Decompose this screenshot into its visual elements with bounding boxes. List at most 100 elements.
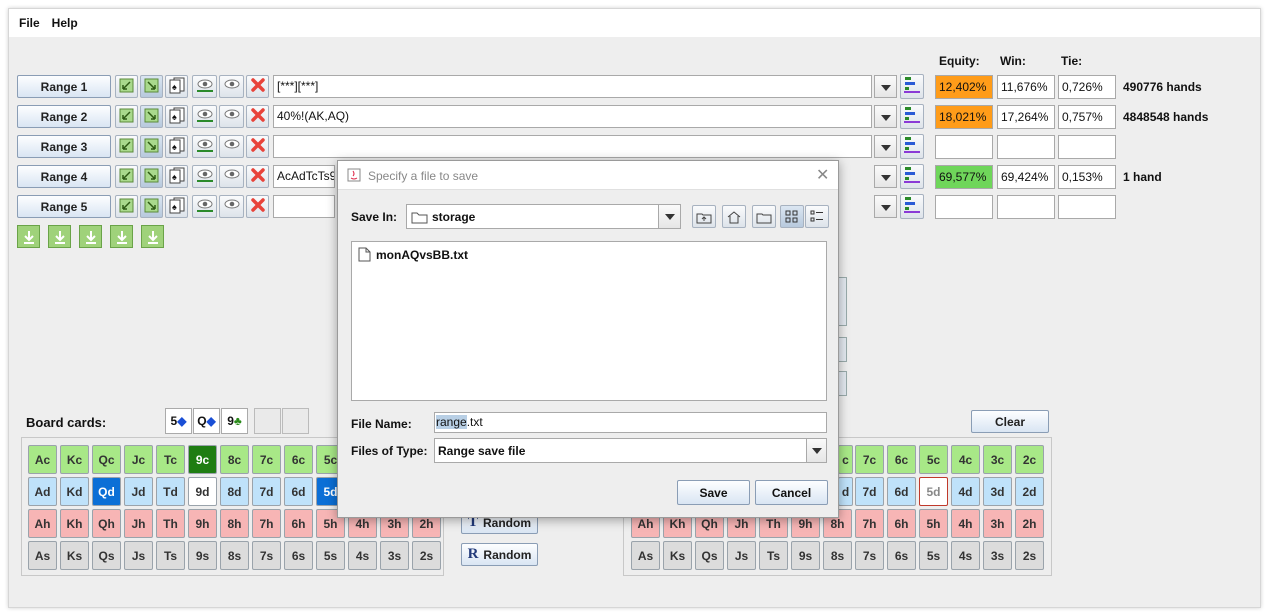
card-6d[interactable]: 6d — [284, 477, 313, 506]
list-item[interactable]: monAQvsBB.txt — [358, 247, 468, 262]
card-7d[interactable]: 7d — [252, 477, 281, 506]
card-Qs[interactable]: Qs — [92, 541, 121, 570]
card-2s[interactable]: 2s — [1015, 541, 1044, 570]
save-button[interactable]: Save — [677, 480, 750, 505]
card-7s[interactable]: 7s — [855, 541, 884, 570]
card-Ad[interactable]: Ad — [28, 477, 57, 506]
view-range-button[interactable] — [192, 195, 217, 218]
save-in-combo[interactable]: storage — [406, 204, 681, 229]
card-picker-button[interactable]: ♠ — [165, 195, 188, 218]
card-Qc[interactable]: Qc — [92, 445, 121, 474]
card-d[interactable]: d — [838, 477, 853, 506]
range-2-button[interactable]: Range 2 — [17, 105, 111, 128]
export-range-button[interactable] — [140, 75, 163, 98]
import-range-button[interactable] — [115, 75, 138, 98]
card-6h[interactable]: 6h — [887, 509, 916, 538]
clear-range-button[interactable] — [246, 195, 269, 218]
file-list[interactable]: monAQvsBB.txt — [351, 241, 827, 401]
card-5s[interactable]: 5s — [316, 541, 345, 570]
card-3c[interactable]: 3c — [983, 445, 1012, 474]
range-2-input[interactable]: 40%!(AK,AQ) — [273, 105, 872, 128]
card-Td[interactable]: Td — [156, 477, 185, 506]
card-2h[interactable]: 2h — [1015, 509, 1044, 538]
card-6s[interactable]: 6s — [284, 541, 313, 570]
export-range-button[interactable] — [140, 105, 163, 128]
card-2d[interactable]: 2d — [1015, 477, 1044, 506]
card-4d[interactable]: 4d — [951, 477, 980, 506]
card-5d[interactable]: 5d — [919, 477, 948, 506]
card-5c[interactable]: 5c — [919, 445, 948, 474]
card-9s[interactable]: 9s — [791, 541, 820, 570]
card-3h[interactable]: 3h — [983, 509, 1012, 538]
card-8s[interactable]: 8s — [220, 541, 249, 570]
view-range-button[interactable] — [192, 105, 217, 128]
range-4-input[interactable]: AcAdTcTs9c — [273, 165, 335, 188]
card-7c[interactable]: 7c — [855, 445, 884, 474]
card-8d[interactable]: 8d — [220, 477, 249, 506]
card-7d[interactable]: 7d — [855, 477, 884, 506]
card-2c[interactable]: 2c — [1015, 445, 1044, 474]
card-Ks[interactable]: Ks — [663, 541, 692, 570]
clear-range-button[interactable] — [246, 165, 269, 188]
range-history-dropdown[interactable] — [874, 165, 897, 188]
cancel-button[interactable]: Cancel — [755, 480, 828, 505]
card-Tc[interactable]: Tc — [156, 445, 185, 474]
card-8h[interactable]: 8h — [220, 509, 249, 538]
card-2s[interactable]: 2s — [412, 541, 441, 570]
card-Th[interactable]: Th — [156, 509, 185, 538]
board-card-5[interactable] — [282, 408, 309, 434]
export-range-button[interactable] — [140, 135, 163, 158]
copy-down-button[interactable] — [110, 225, 133, 248]
range-history-dropdown[interactable] — [874, 135, 897, 158]
range-5-input[interactable] — [273, 195, 335, 218]
new-folder-button[interactable] — [752, 205, 776, 228]
card-Js[interactable]: Js — [727, 541, 756, 570]
card-Ts[interactable]: Ts — [759, 541, 788, 570]
range-1-button[interactable]: Range 1 — [17, 75, 111, 98]
card-Kc[interactable]: Kc — [60, 445, 89, 474]
view-range-button[interactable] — [192, 165, 217, 188]
card-4s[interactable]: 4s — [951, 541, 980, 570]
card-picker-button[interactable]: ♠ — [165, 165, 188, 188]
up-folder-button[interactable] — [692, 205, 716, 228]
clear-range-button[interactable] — [246, 135, 269, 158]
card-9d[interactable]: 9d — [188, 477, 217, 506]
file-name-input[interactable]: range.txt — [434, 412, 827, 433]
import-range-button[interactable] — [115, 105, 138, 128]
card-4s[interactable]: 4s — [348, 541, 377, 570]
card-Ah[interactable]: Ah — [28, 509, 57, 538]
card-6s[interactable]: 6s — [887, 541, 916, 570]
clear-range-button[interactable] — [246, 105, 269, 128]
range-stats-button[interactable] — [900, 134, 924, 159]
board-card-1[interactable]: 5 ◆ — [165, 408, 192, 434]
chevron-down-icon[interactable] — [806, 439, 826, 462]
card-Ks[interactable]: Ks — [60, 541, 89, 570]
card-3s[interactable]: 3s — [983, 541, 1012, 570]
menu-help[interactable]: Help — [46, 16, 84, 30]
card-7c[interactable]: 7c — [252, 445, 281, 474]
card-c[interactable]: c — [838, 445, 853, 474]
view-range-button[interactable] — [192, 75, 217, 98]
range-3-button[interactable]: Range 3 — [17, 135, 111, 158]
card-Qd[interactable]: Qd — [92, 477, 121, 506]
card-6d[interactable]: 6d — [887, 477, 916, 506]
export-range-button[interactable] — [140, 195, 163, 218]
card-Ac[interactable]: Ac — [28, 445, 57, 474]
card-Jh[interactable]: Jh — [124, 509, 153, 538]
card-9c[interactable]: 9c — [188, 445, 217, 474]
card-3s[interactable]: 3s — [380, 541, 409, 570]
card-6c[interactable]: 6c — [887, 445, 916, 474]
random-river-button[interactable]: R Random — [461, 543, 538, 566]
copy-down-button[interactable] — [141, 225, 164, 248]
card-7s[interactable]: 7s — [252, 541, 281, 570]
range-history-dropdown[interactable] — [874, 105, 897, 128]
range-stats-button[interactable] — [900, 194, 924, 219]
clear-range-button[interactable] — [246, 75, 269, 98]
range-history-dropdown[interactable] — [874, 75, 897, 98]
range-stats-button[interactable] — [900, 74, 924, 99]
import-range-button[interactable] — [115, 165, 138, 188]
export-range-button[interactable] — [140, 165, 163, 188]
chevron-down-icon[interactable] — [658, 205, 680, 228]
board-card-2[interactable]: Q ◆ — [193, 408, 220, 434]
copy-down-button[interactable] — [48, 225, 71, 248]
